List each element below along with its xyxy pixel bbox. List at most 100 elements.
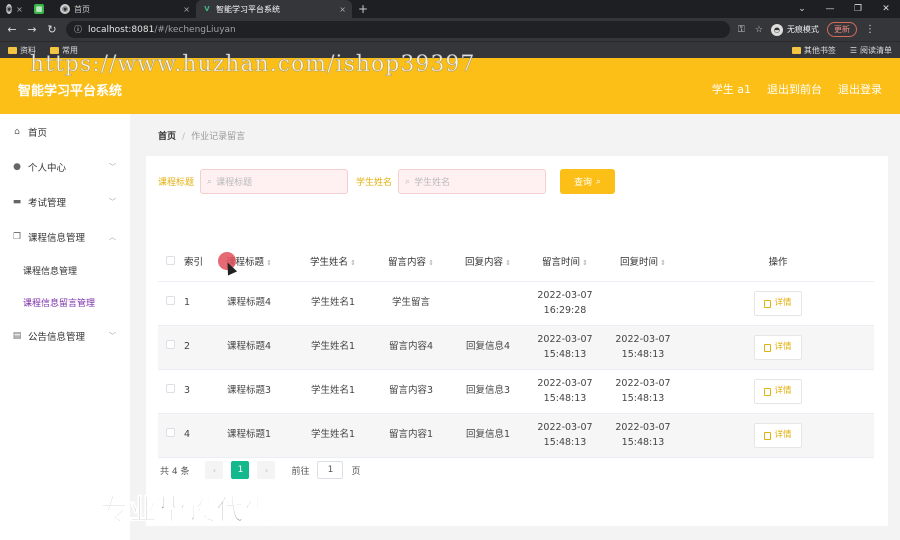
sort-icon[interactable]: ⇕ <box>350 259 356 267</box>
cell-message: 留言内容3 <box>388 385 434 397</box>
course-title-input[interactable]: ⌕ 课程标题 <box>200 169 349 194</box>
message-table: 索引 课程标题 ⇕ 学生姓名 ⇕ 留言内容 ⇕ 回复内容 ⇕ 留言时间 ⇕ 回复时间 ⇕ 操… <box>158 246 874 458</box>
restore-icon[interactable]: ❐ <box>844 4 872 14</box>
cell-message: 留言内容4 <box>388 341 434 353</box>
student-name-input[interactable]: ⌕ 学生姓名 <box>398 169 547 194</box>
cell-message-time: 2022-03-07 15:48:13 <box>537 422 593 448</box>
back-icon[interactable]: ← <box>6 23 18 36</box>
document-icon <box>764 387 772 396</box>
pagination-total: 共 4 条 <box>160 466 190 477</box>
next-page-button[interactable]: › <box>257 461 276 479</box>
detail-button[interactable]: 详情 <box>754 335 802 360</box>
chevron-down-icon[interactable]: ⌄ <box>788 4 816 14</box>
vue-logo-icon: V <box>204 5 210 13</box>
detail-button[interactable]: 详情 <box>754 423 802 448</box>
other-bookmarks[interactable]: 其他书签 <box>791 45 836 56</box>
row-checkbox[interactable] <box>165 296 175 306</box>
sort-icon[interactable]: ⇕ <box>428 259 434 267</box>
column-header-name[interactable]: 学生姓名 ⇕ <box>294 256 372 270</box>
select-all-checkbox[interactable] <box>165 256 175 266</box>
column-header-message-time[interactable]: 留言时间 ⇕ <box>526 256 604 270</box>
pagination: 共 4 条 ‹ 1 › 前往 1 页 <box>160 461 360 479</box>
column-header-index: 索引 <box>184 257 204 269</box>
cell-reply-time: 2022-03-07 15:48:13 <box>615 378 671 404</box>
key-icon[interactable]: ⚿ <box>738 25 745 35</box>
sidebar-subitem-course-info[interactable]: 课程信息管理 <box>0 254 130 286</box>
incognito-icon: ◓ <box>770 23 783 36</box>
sidebar-item-exam[interactable]: ▬ 考试管理 ﹀ <box>0 184 130 219</box>
page-unit-label: 页 <box>351 466 361 477</box>
browser-tab-active[interactable]: V 智能学习平台系统 × <box>196 0 352 18</box>
cell-message-time: 2022-03-07 15:48:13 <box>537 378 593 404</box>
row-checkbox[interactable] <box>165 340 175 350</box>
sort-icon[interactable]: ⇕ <box>582 259 588 267</box>
sidebar-item-home[interactable]: ⌂ 首页 <box>0 114 130 149</box>
star-icon[interactable]: ☆ <box>755 25 763 35</box>
goto-page-input[interactable]: 1 <box>317 461 344 479</box>
column-header-operation: 操作 <box>768 257 788 269</box>
close-window-icon[interactable]: ✕ <box>872 4 900 14</box>
more-menu-icon[interactable]: ⋮ <box>865 24 875 35</box>
search-form: 课程标题 ⌕ 课程标题 学生姓名 ⌕ 学生姓名 查询 ⌕ <box>158 169 616 194</box>
sort-icon[interactable]: ⇕ <box>660 259 666 267</box>
prev-page-button[interactable]: ‹ <box>205 461 224 479</box>
sort-icon[interactable]: ⇕ <box>266 259 272 267</box>
forward-icon[interactable]: → <box>26 23 38 36</box>
search-icon: ⌕ <box>596 176 602 187</box>
detail-label: 详情 <box>774 386 792 397</box>
table-row: 2 课程标题4 学生姓名1 留言内容4 回复信息4 2022-03-07 15:… <box>158 326 874 370</box>
cell-name: 学生姓名1 <box>310 341 356 353</box>
cell-reply: 回复信息4 <box>465 341 511 353</box>
cell-title: 课程标题3 <box>226 385 272 397</box>
cell-name: 学生姓名1 <box>310 429 356 441</box>
incognito-profile[interactable]: ◓ 无痕模式 <box>770 23 819 36</box>
url-host: localhost:8081 <box>88 24 155 35</box>
globe-icon: ◉ <box>6 4 13 14</box>
new-tab-icon[interactable]: + <box>352 0 374 18</box>
student-name-label: 学生姓名 <box>356 178 393 188</box>
column-header-message[interactable]: 留言内容 ⇕ <box>372 256 450 270</box>
header-label: 学生姓名 <box>310 257 349 269</box>
reload-icon[interactable]: ↻ <box>46 23 58 36</box>
sidebar-subitem-course-message[interactable]: 课程信息留言管理 <box>0 286 130 318</box>
browser-tab-2[interactable]: ▦ <box>28 0 54 18</box>
breadcrumb-home[interactable]: 首页 <box>158 132 176 142</box>
chevron-down-icon: ﹀ <box>109 331 116 340</box>
tab-label: 智能学习平台系统 <box>216 4 280 14</box>
table-header-row: 索引 课程标题 ⇕ 学生姓名 ⇕ 留言内容 ⇕ 回复内容 ⇕ 留言时间 ⇕ 回复时间 ⇕ 操… <box>158 246 874 282</box>
sort-icon[interactable]: ⇕ <box>505 259 511 267</box>
detail-button[interactable]: 详情 <box>754 379 802 404</box>
cell-message: 留言内容1 <box>388 429 434 441</box>
sidebar-item-course[interactable]: ❐ 课程信息管理 ︿ <box>0 219 130 254</box>
info-icon[interactable]: ⓘ <box>74 24 82 35</box>
row-checkbox[interactable] <box>165 384 175 394</box>
back-to-front-link[interactable]: 退出到前台 <box>767 81 822 97</box>
column-header-reply-time[interactable]: 回复时间 ⇕ <box>604 256 682 270</box>
close-icon[interactable]: × <box>183 5 190 14</box>
table-row: 4 课程标题1 学生姓名1 留言内容1 回复信息1 2022-03-07 15:… <box>158 414 874 458</box>
column-header-reply[interactable]: 回复内容 ⇕ <box>450 256 526 270</box>
table-row: 1 课程标题4 学生姓名1 学生留言 2022-03-07 16:29:28 详… <box>158 282 874 326</box>
globe-icon: ◉ <box>60 4 70 14</box>
detail-button[interactable]: 详情 <box>754 291 802 316</box>
minimize-icon[interactable]: — <box>816 4 844 14</box>
sidebar-item-profile[interactable]: ● 个人中心 ﹀ <box>0 149 130 184</box>
input-placeholder: 课程标题 <box>216 178 253 188</box>
detail-label: 详情 <box>774 298 792 309</box>
url-path: /#/kechengLiuyan <box>154 24 236 35</box>
browser-tab-3[interactable]: ◉ 首页 × <box>54 0 196 18</box>
browser-tab-1[interactable]: ◉ × <box>0 0 28 18</box>
sidebar-item-label: 公告信息管理 <box>28 331 86 343</box>
close-icon[interactable]: × <box>16 5 23 14</box>
reading-list[interactable]: ☰ 阅读清单 <box>850 45 892 56</box>
sidebar-item-notice[interactable]: ▤ 公告信息管理 ﹀ <box>0 318 130 353</box>
url-input[interactable]: ⓘ localhost:8081/#/kechengLiuyan <box>66 21 730 38</box>
row-checkbox[interactable] <box>165 428 175 438</box>
copy-icon: ❐ <box>12 231 22 242</box>
page-number-current[interactable]: 1 <box>231 461 250 479</box>
close-icon[interactable]: × <box>339 5 346 14</box>
logout-link[interactable]: 退出登录 <box>838 81 882 97</box>
folder-icon <box>8 46 17 54</box>
update-button[interactable]: 更新 <box>826 22 857 37</box>
query-button[interactable]: 查询 ⌕ <box>560 169 616 194</box>
